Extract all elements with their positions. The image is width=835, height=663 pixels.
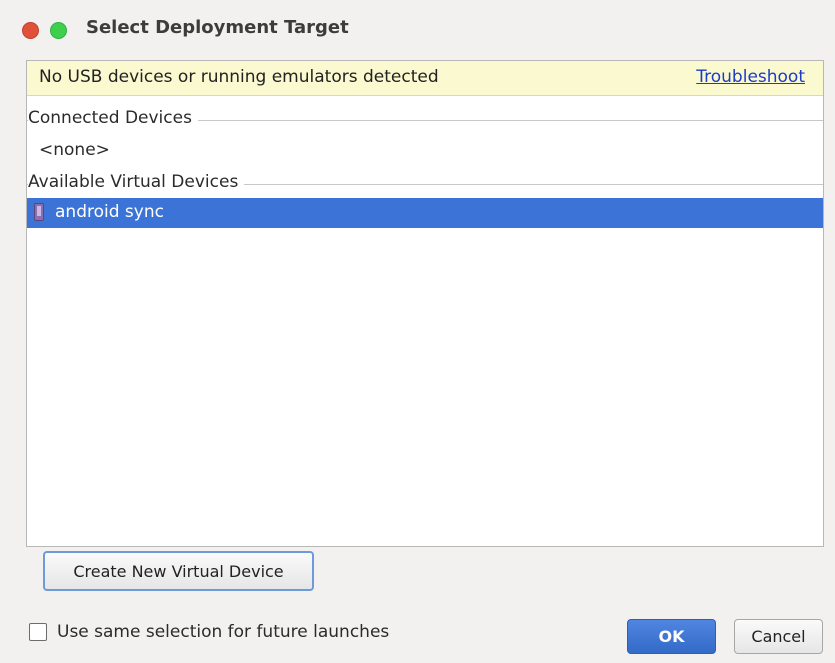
phone-icon (34, 203, 44, 221)
maximize-window-button[interactable] (50, 22, 67, 39)
available-devices-header: Available Virtual Devices (27, 172, 823, 194)
device-label: android sync (55, 202, 164, 222)
troubleshoot-link[interactable]: Troubleshoot (696, 67, 805, 87)
dialog-body: No USB devices or running emulators dete… (0, 60, 835, 663)
no-devices-banner: No USB devices or running emulators dete… (27, 61, 823, 96)
ok-button[interactable]: OK (627, 619, 716, 654)
connected-devices-empty: <none> (39, 140, 110, 160)
close-window-button[interactable] (22, 22, 39, 39)
device-list-panel: No USB devices or running emulators dete… (26, 60, 824, 547)
same-selection-label[interactable]: Use same selection for future launches (57, 622, 389, 642)
cancel-button[interactable]: Cancel (734, 619, 823, 654)
available-devices-label: Available Virtual Devices (28, 172, 245, 192)
dialog-title: Select Deployment Target (86, 17, 349, 38)
same-selection-checkbox[interactable] (29, 623, 47, 641)
banner-message: No USB devices or running emulators dete… (39, 67, 439, 87)
create-new-virtual-device-button[interactable]: Create New Virtual Device (43, 551, 314, 591)
title-bar: Select Deployment Target (0, 0, 835, 60)
connected-devices-header: Connected Devices (27, 108, 823, 130)
device-row-android-sync[interactable]: android sync (27, 198, 823, 228)
connected-devices-label: Connected Devices (28, 108, 198, 128)
